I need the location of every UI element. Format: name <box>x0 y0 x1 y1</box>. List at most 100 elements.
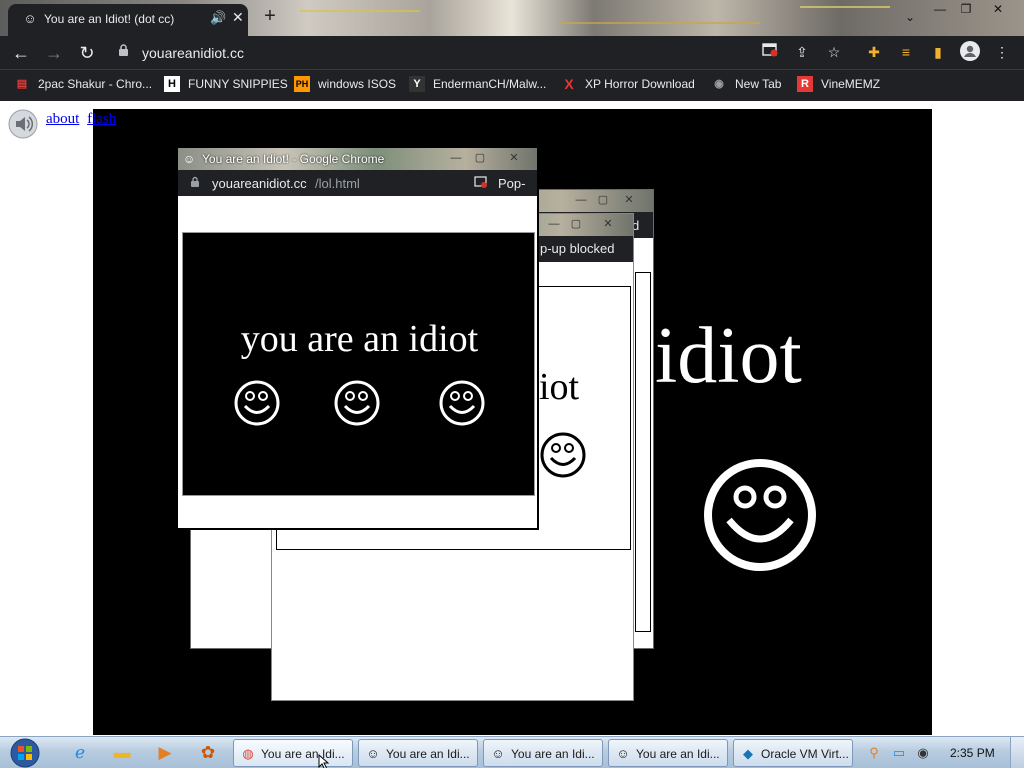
tab-search-chevron-icon[interactable]: ⌄ <box>896 8 924 26</box>
popup-title: You are an Idiot! - Google Chrome <box>202 152 385 166</box>
popup-restore-button[interactable]: ▢ <box>593 192 613 208</box>
taskbar-item-popup[interactable]: ☺ You are an Idi... <box>483 739 603 767</box>
address-bar[interactable]: youareanidiot.cc <box>106 40 856 66</box>
minimize-button[interactable]: — <box>926 0 954 18</box>
extensions-icon[interactable]: ✚ <box>863 41 885 63</box>
popup-restore-button[interactable]: ▢ <box>566 216 586 232</box>
smiley-icon <box>333 379 381 432</box>
popup-url-path[interactable]: /lol.html <box>315 176 360 191</box>
popup-titlebar[interactable]: ☺ You are an Idiot! - Google Chrome — ▢ … <box>178 148 537 170</box>
bookmark-icon: X <box>564 76 574 92</box>
popup-close-button[interactable]: ✕ <box>504 150 524 166</box>
bookmarks-bar: ▤ 2pac Shakur - Chro... H FUNNY SNIPPIES P… <box>0 69 1024 101</box>
forward-button[interactable]: → <box>42 41 66 65</box>
start-button[interactable] <box>8 738 44 768</box>
popup-blocked-icon[interactable] <box>474 176 488 191</box>
browser-toolbar: ← → ↻ youareanidiot.cc ⇪ ☆ ✚ ≡ ▮ ⋮ <box>0 36 1024 69</box>
menu-icon[interactable]: ⋮ <box>991 41 1013 63</box>
photos-icon[interactable]: ✿ <box>196 741 220 765</box>
popup-content: you are an idiot <box>182 232 535 496</box>
taskbar-item-popup[interactable]: ☺ You are an Idi... <box>358 739 478 767</box>
popup-window-front[interactable]: ☺ You are an Idiot! - Google Chrome — ▢ … <box>176 146 539 530</box>
bookmark-icon: H <box>164 76 180 92</box>
profile-icon[interactable] <box>959 41 981 63</box>
bookmark-funny-snippies[interactable]: H FUNNY SNIPPIES <box>164 76 288 96</box>
smiley-icon: ☺ <box>366 746 380 761</box>
virtualbox-icon: ◆ <box>743 746 753 761</box>
bookmark-icon: ▤ <box>16 78 28 90</box>
smiley-icon: ☺ <box>183 152 196 166</box>
tab-close-button[interactable]: ✕ <box>232 9 244 26</box>
back-button[interactable]: ← <box>9 41 33 65</box>
show-desktop-button[interactable] <box>1010 737 1024 768</box>
restore-button[interactable]: ❐ <box>952 0 980 18</box>
big-idiot-text: idiot <box>655 312 802 400</box>
chrome-icon: ◍ <box>242 746 254 761</box>
lock-icon[interactable] <box>118 44 129 60</box>
side-panel-icon[interactable]: ▮ <box>927 41 949 63</box>
popup-url-host[interactable]: youareanidiot.cc <box>212 176 307 191</box>
theme-decoration <box>300 10 420 12</box>
about-link[interactable]: about <box>46 111 79 127</box>
popup-close-button[interactable]: ✕ <box>598 216 618 232</box>
internet-explorer-icon[interactable]: ℯ <box>68 741 92 765</box>
web-page: about flash idiot — ▢ ✕ d — ▢ ✕ p-up blo… <box>0 101 1024 736</box>
mouse-cursor-icon <box>318 753 330 768</box>
reload-button[interactable]: ↻ <box>75 41 99 65</box>
new-tab-button[interactable]: + <box>259 5 281 27</box>
bookmark-endermanch[interactable]: Y EndermanCH/Malw... <box>409 76 546 96</box>
popup-blocked-icon[interactable] <box>759 41 781 63</box>
address-url[interactable]: youareanidiot.cc <box>142 45 244 61</box>
taskbar-item-chrome[interactable]: ◍ You are an Idi... <box>233 739 353 767</box>
bookmark-icon: Y <box>409 76 425 92</box>
smiley-icon <box>233 379 281 432</box>
smiley-icon: ☺ <box>23 11 37 26</box>
taskbar: ℯ ▬ ▶ ✿ ◍ You are an Idi... ☺ You are an… <box>0 736 1024 768</box>
tab-title: You are an Idiot! (dot cc) <box>44 12 175 26</box>
media-player-icon[interactable]: ▶ <box>153 741 177 765</box>
system-clock[interactable]: 2:35 PM <box>950 746 995 760</box>
media-icon[interactable]: ≡ <box>895 41 917 63</box>
bookmark-new-tab[interactable]: ◉ New Tab <box>711 76 781 96</box>
popup-minimize-button[interactable]: — <box>544 216 564 232</box>
volume-tray-icon[interactable]: ◉ <box>915 745 931 761</box>
popup-blocked-label[interactable]: p-up blocked <box>540 241 614 256</box>
taskbar-item-virtualbox[interactable]: ◆ Oracle VM Virt... <box>733 739 853 767</box>
smiley-icon: ☺ <box>616 746 630 761</box>
desktop-screen: ☺ You are an Idiot! (dot cc) 🔊 ✕ + — ❐ ✕… <box>0 0 1024 768</box>
bookmark-icon: ◉ <box>714 78 724 90</box>
search-tray-icon[interactable]: ⚲ <box>866 745 882 761</box>
bookmark-vinememz[interactable]: R VineMEMZ <box>797 76 880 96</box>
popup-minimize-button[interactable]: — <box>571 192 591 208</box>
bookmark-icon: R <box>797 76 813 92</box>
share-icon[interactable]: ⇪ <box>791 41 813 63</box>
smiley-icon <box>703 458 817 577</box>
bookmark-xp-horror[interactable]: X XP Horror Download <box>561 76 695 96</box>
smiley-icon <box>438 379 486 432</box>
explorer-folder-icon[interactable]: ▬ <box>110 741 134 765</box>
page-links: about flash <box>46 111 120 128</box>
idiot-message: you are an idiot <box>240 318 479 360</box>
flash-link[interactable]: flash <box>87 111 116 127</box>
popup-minimize-button[interactable]: — <box>446 150 466 166</box>
bookmark-2pac[interactable]: ▤ 2pac Shakur - Chro... <box>14 76 152 96</box>
smiley-icon: ☺ <box>491 746 505 761</box>
theme-decoration <box>800 6 890 8</box>
star-icon[interactable]: ☆ <box>823 41 845 63</box>
popup-restore-button[interactable]: ▢ <box>470 150 490 166</box>
popup-label[interactable]: Pop- <box>498 176 525 191</box>
tab-active[interactable]: ☺ You are an Idiot! (dot cc) 🔊 ✕ <box>8 4 248 36</box>
taskbar-item-popup[interactable]: ☺ You are an Idi... <box>608 739 728 767</box>
tab-strip: ☺ You are an Idiot! (dot cc) 🔊 ✕ + — ❐ ✕… <box>0 0 1024 36</box>
audio-playing-icon[interactable]: 🔊 <box>210 10 226 26</box>
bookmark-icon: PH <box>294 76 310 92</box>
network-tray-icon[interactable]: ▭ <box>891 745 907 761</box>
speaker-icon[interactable] <box>8 109 38 139</box>
popup-content-text: iot <box>539 366 580 408</box>
close-window-button[interactable]: ✕ <box>984 0 1012 18</box>
popup-address-bar[interactable]: youareanidiot.cc /lol.html Pop- <box>178 170 537 196</box>
theme-decoration <box>560 22 760 24</box>
popup-close-button[interactable]: ✕ <box>619 192 639 208</box>
bookmark-windows-isos[interactable]: PH windows ISOS <box>294 76 396 96</box>
smiley-icon <box>539 431 587 484</box>
